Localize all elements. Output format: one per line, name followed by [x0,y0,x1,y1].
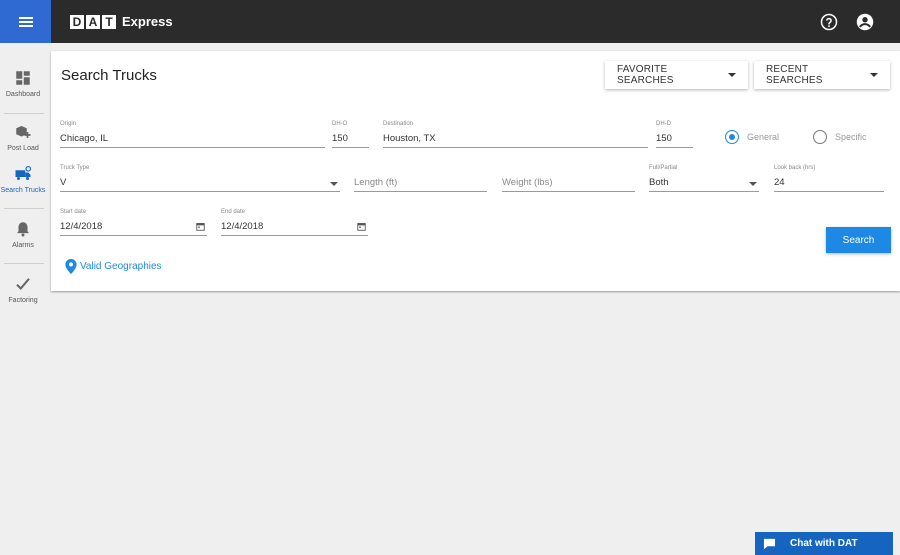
end-date-field[interactable]: End date 12/4/2018 [221,209,368,236]
sidebar-item-label: Dashboard [5,91,41,98]
search-button[interactable]: Search [826,227,891,253]
full-partial-select[interactable]: Full/Partial Both [649,165,759,192]
sidebar-item-label: Factoring [8,297,38,304]
origin-field[interactable]: Origin Chicago, IL [60,121,325,148]
start-date-field[interactable]: Start date 12/4/2018 [60,209,207,236]
caret-down-icon [870,73,878,77]
length-placeholder: Length (ft) [354,177,398,188]
page-title: Search Trucks [61,67,157,84]
sidebar-divider [4,208,44,209]
radio-general-label: General [747,132,780,142]
destination-label: Destination [383,121,414,127]
recent-searches-label: RECENT SEARCHES [766,64,823,86]
calendar-icon[interactable] [196,222,205,231]
destination-field[interactable]: Destination Houston, TX [383,121,648,148]
calendar-icon[interactable] [357,222,366,231]
truck-type-label: Truck Type [60,165,90,171]
length-field[interactable]: Length (ft) [354,165,487,192]
hamburger-icon [18,16,33,27]
sidebar-divider [4,113,44,114]
valid-geographies-link[interactable]: Valid Geographies [65,259,162,274]
sidebar: Dashboard Post Load Search Trucks Alarms… [0,43,51,555]
search-trucks-panel: Search Trucks FAVORITE SEARCHES RECENT S… [51,51,900,291]
truck-icon [15,165,32,180]
recent-searches-button[interactable]: RECENT SEARCHES [754,61,890,89]
caret-down-icon [728,73,736,77]
check-icon [16,278,30,291]
dh-d-value: 150 [656,133,672,144]
destination-value: Houston, TX [383,133,436,144]
look-back-label: Look back (hrs) [774,165,816,171]
sidebar-item-dashboard[interactable]: Dashboard [0,69,46,98]
sidebar-item-label: Post Load [7,145,39,152]
product-name: Express [122,14,173,29]
truck-type-value: V [60,177,67,188]
logo-letter: T [102,14,116,29]
dh-o-label: DH-O [332,121,348,127]
caret-down-icon [749,182,757,186]
dh-o-field[interactable]: DH-O 150 [332,121,369,148]
full-partial-value: Both [649,177,669,188]
account-circle-icon[interactable] [856,13,874,31]
sidebar-item-label: Alarms [12,242,34,249]
origin-value: Chicago, IL [60,133,109,144]
logo-letter: A [86,14,100,29]
start-date-value: 12/4/2018 [60,221,103,232]
sidebar-divider [4,263,44,264]
origin-label: Origin [60,121,77,127]
valid-geographies-label: Valid Geographies [80,261,162,272]
dat-logo-mark: D A T [70,14,116,29]
favorite-searches-button[interactable]: FAVORITE SEARCHES [605,61,748,89]
weight-field[interactable]: Weight (lbs) [502,165,635,192]
bell-icon [17,222,29,237]
help-circle-icon[interactable] [820,13,838,31]
radio-specific-label: Specific [835,132,867,142]
look-back-value: 24 [774,177,785,188]
end-date-label: End date [221,209,246,215]
radio-general[interactable]: General [725,130,779,144]
full-partial-label: Full/Partial [649,165,678,171]
logo-letter: D [70,14,84,29]
post-load-icon [16,126,31,138]
dashboard-icon [16,71,30,85]
radio-specific[interactable]: Specific [813,130,867,144]
dh-o-value: 150 [332,133,348,144]
end-date-value: 12/4/2018 [221,221,264,232]
radio-general-circle [725,130,739,144]
look-back-field[interactable]: Look back (hrs) 24 [774,165,884,192]
sidebar-item-alarms[interactable]: Alarms [0,220,46,249]
dh-d-label: DH-D [656,121,671,127]
favorite-searches-label: FAVORITE SEARCHES [617,64,674,86]
top-bar: D A T Express [0,0,900,43]
weight-placeholder: Weight (lbs) [502,177,553,188]
radio-specific-circle [813,130,827,144]
dh-d-field[interactable]: DH-D 150 [656,121,693,148]
chat-label: Chat with DAT [790,538,858,549]
start-date-label: Start date [60,209,87,215]
dat-express-logo[interactable]: D A T Express [70,14,173,29]
sidebar-item-label: Search Trucks [0,187,46,194]
chat-bubble-icon [763,538,776,549]
sidebar-item-factoring[interactable]: Factoring [0,275,46,304]
location-pin-icon [65,259,77,274]
chat-with-dat-button[interactable]: Chat with DAT [755,532,893,555]
sidebar-item-post-load[interactable]: Post Load [0,123,46,152]
menu-button[interactable] [0,0,51,43]
caret-down-icon [330,182,338,186]
sidebar-item-search-trucks[interactable]: Search Trucks [0,165,46,194]
truck-type-select[interactable]: Truck Type V [60,165,340,192]
